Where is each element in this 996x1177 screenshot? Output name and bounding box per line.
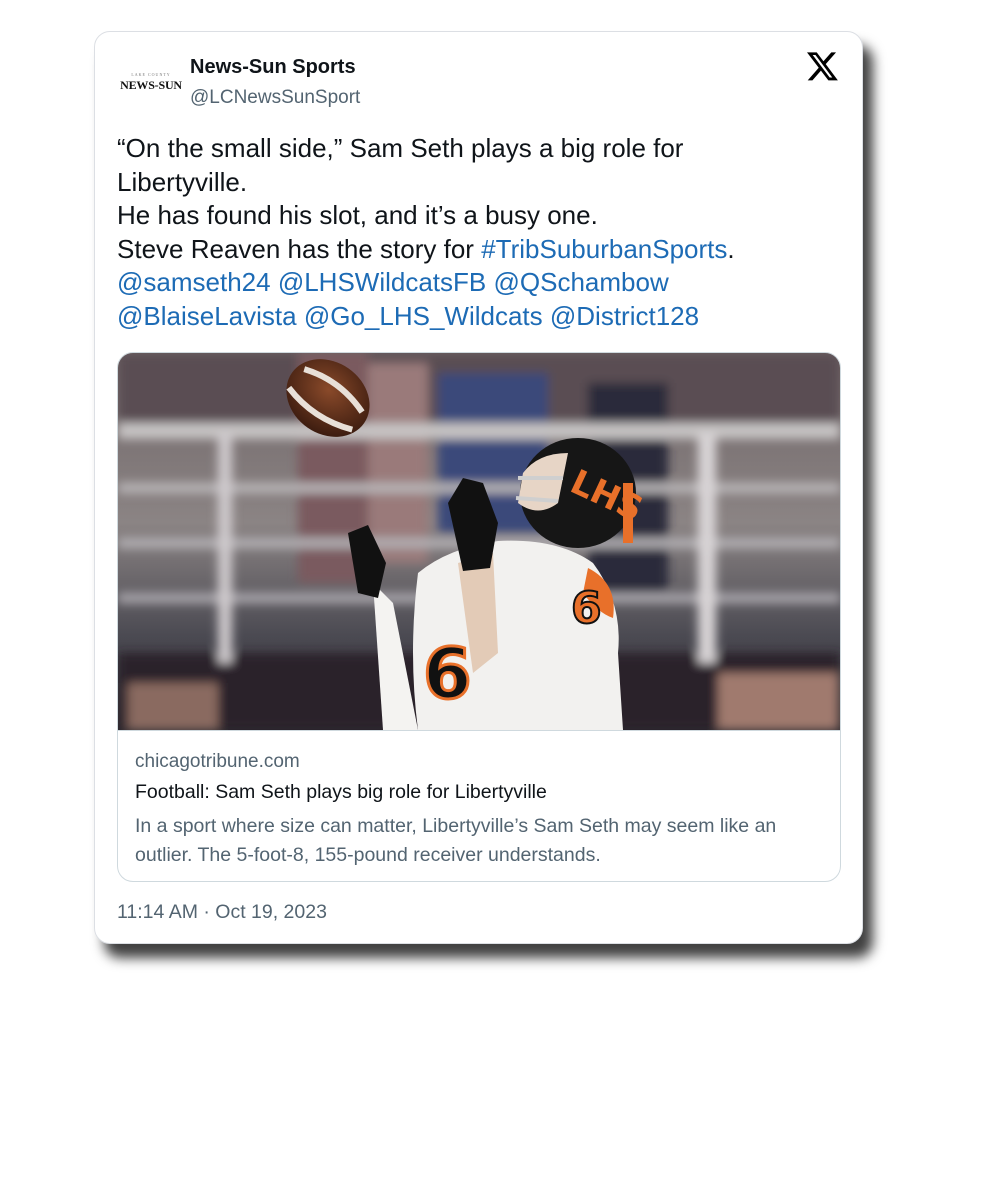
tweet-line: Steve Reaven has the story for #TribSubu…	[117, 233, 837, 267]
tweet-line: “On the small side,” Sam Seth plays a bi…	[117, 133, 684, 163]
shoulder-number: 6	[571, 583, 602, 634]
mention-link[interactable]: @QSchambow	[493, 267, 668, 297]
author-display-name[interactable]: News-Sun Sports	[190, 56, 356, 79]
card-title[interactable]: Football: Sam Seth plays big role for Li…	[135, 781, 547, 804]
card-description: In a sport where size can matter, Libert…	[135, 815, 777, 866]
tweet-line-text: .	[727, 233, 735, 264]
mention-link[interactable]: @Go_LHS_Wildcats	[304, 301, 543, 331]
mention-link[interactable]: @District128	[550, 301, 699, 331]
mention-link[interactable]: @samseth24	[117, 267, 271, 297]
tweet-line: Libertyville.	[117, 166, 248, 197]
tweet-card: LAKE COUNTY NEWS-SUN News-Sun Sports @LC…	[94, 31, 863, 944]
avatar-subtext: LAKE COUNTY	[131, 72, 171, 77]
chest-number: 6	[423, 633, 472, 715]
divider	[118, 730, 840, 731]
avatar-logo-text: NEWS-SUN	[120, 78, 182, 92]
x-logo-icon[interactable]	[807, 52, 839, 82]
timestamp[interactable]: 11:14 AM · Oct 19, 2023	[117, 901, 327, 924]
tweet-line-text: Steve Reaven has the story for	[117, 233, 482, 264]
tweet-line: He has found his slot, and it’s a busy o…	[117, 200, 598, 231]
mention-link[interactable]: @LHSWildcatsFB	[278, 267, 486, 297]
author-handle[interactable]: @LCNewsSunSport	[190, 87, 360, 109]
card-domain[interactable]: chicagotribune.com	[135, 751, 300, 773]
hashtag-link[interactable]: #TribSuburbanSports	[481, 234, 727, 264]
tweet-text: “On the small side,” Sam Seth plays a bi…	[117, 132, 837, 334]
mention-link[interactable]: @BlaiseLavista	[117, 301, 297, 331]
avatar[interactable]: LAKE COUNTY NEWS-SUN	[117, 72, 185, 98]
link-preview-card[interactable]: 6 6 LHS chicagotribune.com Football: Sam…	[117, 352, 841, 882]
article-photo[interactable]: 6 6 LHS	[118, 353, 840, 730]
mentions-row: @BlaiseLavista @Go_LHS_Wildcats @Distric…	[117, 300, 837, 334]
mentions-row: @samseth24 @LHSWildcatsFB @QSchambow	[117, 266, 837, 300]
